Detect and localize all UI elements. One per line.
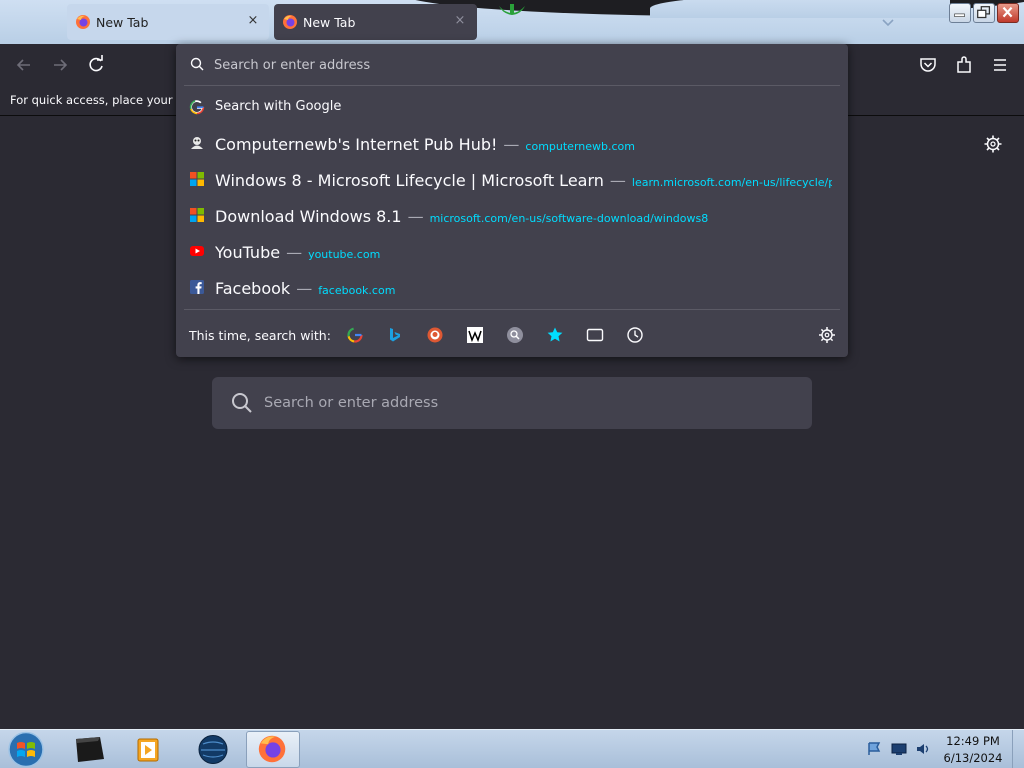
bing-icon[interactable] bbox=[386, 326, 404, 344]
result-computernewb[interactable]: Computernewb's Internet Pub Hub! — compute… bbox=[176, 126, 848, 160]
close-icon bbox=[1002, 6, 1013, 18]
tab-new-tab-active[interactable]: New Tab × bbox=[274, 4, 477, 40]
content-search-input[interactable] bbox=[264, 389, 784, 417]
tab-label: New Tab bbox=[303, 15, 356, 30]
result-line: YouTube — youtube.com bbox=[215, 243, 832, 262]
tray-flag-icon[interactable] bbox=[866, 742, 882, 756]
restore-icon bbox=[977, 6, 991, 19]
address-bar-dropdown: Search with Google Computernewb's Intern… bbox=[176, 44, 848, 357]
close-tab-icon[interactable]: × bbox=[452, 13, 468, 29]
result-line: Facebook — facebook.com bbox=[215, 279, 832, 298]
chevron-down-icon[interactable] bbox=[878, 12, 898, 32]
result-title: Computernewb's Internet Pub Hub! bbox=[215, 135, 498, 154]
forward-arrow-icon[interactable] bbox=[49, 54, 71, 76]
firefox-icon bbox=[76, 15, 90, 29]
result-title: YouTube bbox=[215, 243, 281, 262]
microsoft-icon bbox=[190, 208, 204, 222]
result-url: learn.microsoft.com/en-us/lifecycle/prod… bbox=[631, 176, 832, 189]
terminal-app-icon bbox=[76, 737, 104, 762]
search-engine-icon[interactable] bbox=[506, 326, 524, 344]
result-download-windows81[interactable]: Download Windows 8.1 — microsoft.com/en-us… bbox=[176, 198, 848, 232]
title-bar: New Tab × New Tab × bbox=[0, 0, 1024, 44]
back-arrow-icon[interactable] bbox=[13, 54, 35, 76]
result-title: Download Windows 8.1 bbox=[215, 207, 402, 226]
start-orb-icon[interactable] bbox=[6, 731, 46, 768]
firefox-icon bbox=[258, 735, 286, 763]
one-off-search-row: This time, search with: bbox=[176, 316, 848, 354]
pocket-icon[interactable] bbox=[917, 54, 939, 76]
reload-icon[interactable] bbox=[85, 54, 107, 76]
clock-time[interactable]: 12:49 PM bbox=[945, 734, 1001, 748]
media-player-icon bbox=[137, 738, 159, 762]
globe-browser-icon bbox=[198, 735, 228, 764]
content-search-box[interactable] bbox=[212, 377, 812, 429]
result-separator: — bbox=[503, 135, 520, 154]
taskbar-globe-app[interactable] bbox=[186, 731, 240, 768]
result-title: Search with Google bbox=[215, 99, 342, 114]
extensions-icon[interactable] bbox=[953, 54, 975, 76]
tabs-icon[interactable] bbox=[586, 326, 604, 344]
search-icon bbox=[190, 57, 204, 71]
divider bbox=[184, 309, 840, 310]
bookmarks-hint-text: For quick access, place your boo bbox=[10, 93, 178, 107]
close-tab-icon[interactable]: × bbox=[245, 13, 261, 29]
tab-label: New Tab bbox=[96, 15, 149, 30]
result-separator: — bbox=[296, 279, 313, 298]
result-url: computernewb.com bbox=[525, 140, 635, 153]
result-title: Facebook bbox=[215, 279, 291, 298]
address-bar[interactable] bbox=[176, 44, 848, 84]
result-url: youtube.com bbox=[308, 248, 381, 261]
one-off-label: This time, search with: bbox=[189, 328, 331, 343]
taskbar-media-player-app[interactable] bbox=[122, 731, 176, 768]
tab-new-tab[interactable]: New Tab × bbox=[67, 4, 269, 40]
address-input[interactable] bbox=[214, 54, 814, 76]
theme-decoration bbox=[650, 0, 950, 18]
theme-leaf-icon bbox=[499, 4, 525, 15]
site-favicon-icon bbox=[191, 137, 203, 149]
minimize-button[interactable] bbox=[949, 3, 971, 23]
taskbar: 12:49 PM 6/13/2024 bbox=[0, 729, 1024, 768]
hamburger-menu-icon[interactable] bbox=[989, 54, 1011, 76]
gear-icon[interactable] bbox=[818, 326, 836, 344]
google-icon bbox=[189, 99, 205, 115]
minimize-icon bbox=[954, 13, 965, 17]
wikipedia-icon[interactable] bbox=[466, 326, 484, 344]
result-separator: — bbox=[609, 171, 626, 190]
result-url: microsoft.com/en-us/software-download/wi… bbox=[429, 212, 709, 225]
duckduckgo-icon[interactable] bbox=[426, 326, 444, 344]
firefox-icon bbox=[283, 15, 297, 29]
youtube-icon bbox=[190, 246, 204, 256]
result-line: Download Windows 8.1 — microsoft.com/en-us… bbox=[215, 207, 832, 226]
tray-volume-icon[interactable] bbox=[915, 742, 931, 756]
search-icon bbox=[232, 393, 252, 413]
clock-date[interactable]: 6/13/2024 bbox=[941, 751, 1005, 765]
result-separator: — bbox=[407, 207, 424, 226]
result-line: Windows 8 - Microsoft Lifecycle | Micros… bbox=[215, 171, 832, 190]
result-title: Windows 8 - Microsoft Lifecycle | Micros… bbox=[215, 171, 604, 190]
history-clock-icon[interactable] bbox=[626, 326, 644, 344]
result-line: Computernewb's Internet Pub Hub! — compute… bbox=[215, 135, 832, 154]
gear-icon[interactable] bbox=[983, 134, 1003, 154]
divider bbox=[184, 85, 840, 86]
restore-button[interactable] bbox=[973, 3, 995, 23]
result-url: facebook.com bbox=[318, 284, 396, 297]
microsoft-icon bbox=[190, 172, 204, 186]
result-youtube[interactable]: YouTube — youtube.com bbox=[176, 234, 848, 268]
result-search-google[interactable]: Search with Google bbox=[176, 90, 848, 124]
result-facebook[interactable]: Facebook — facebook.com bbox=[176, 270, 848, 304]
google-icon[interactable] bbox=[346, 326, 364, 344]
tray-network-icon[interactable] bbox=[891, 742, 907, 756]
facebook-icon bbox=[190, 280, 204, 294]
result-windows8-lifecycle[interactable]: Windows 8 - Microsoft Lifecycle | Micros… bbox=[176, 162, 848, 196]
close-window-button[interactable] bbox=[997, 3, 1019, 23]
taskbar-terminal-app[interactable] bbox=[62, 731, 116, 768]
show-desktop-button[interactable] bbox=[1012, 730, 1024, 768]
result-separator: — bbox=[286, 243, 303, 262]
bookmarks-star-icon[interactable] bbox=[546, 326, 564, 344]
taskbar-firefox-app[interactable] bbox=[246, 731, 300, 768]
